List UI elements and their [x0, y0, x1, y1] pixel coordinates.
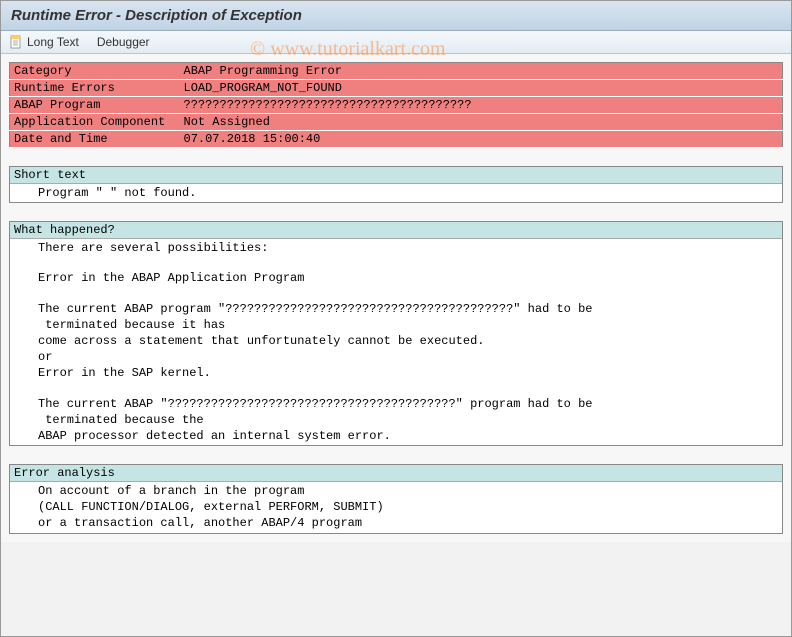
- debugger-label: Debugger: [97, 35, 150, 49]
- section-line: On account of a branch in the program: [10, 483, 782, 499]
- error-info-row: Runtime ErrorsLOAD_PROGRAM_NOT_FOUND: [10, 80, 783, 97]
- section-line: terminated because it has: [10, 317, 782, 333]
- section-body: Program " " not found.: [10, 184, 782, 202]
- section-line: Error in the ABAP Application Program: [10, 270, 782, 286]
- section-line: come across a statement that unfortunate…: [10, 333, 782, 349]
- error-info-value: ????????????????????????????????????????: [180, 97, 783, 114]
- section-line: terminated because the: [10, 412, 782, 428]
- error-info-label: Application Component: [10, 114, 180, 131]
- error-info-label: Runtime Errors: [10, 80, 180, 97]
- section-line: [10, 256, 782, 270]
- error-info-value: Not Assigned: [180, 114, 783, 131]
- section-line: [10, 382, 782, 396]
- section-box: What happened?There are several possibil…: [9, 221, 783, 446]
- section-line: [10, 287, 782, 301]
- error-info-label: Category: [10, 63, 180, 80]
- section-header: What happened?: [10, 222, 782, 239]
- window-title: Runtime Error - Description of Exception: [1, 1, 791, 31]
- error-info-row: Date and Time07.07.2018 15:00:40: [10, 131, 783, 148]
- section-box: Short textProgram " " not found.: [9, 166, 783, 203]
- section-line: There are several possibilities:: [10, 240, 782, 256]
- section-line: The current ABAP "??????????????????????…: [10, 396, 782, 412]
- error-info-label: Date and Time: [10, 131, 180, 148]
- section-line: Program " " not found.: [10, 185, 782, 201]
- error-info-table: CategoryABAP Programming ErrorRuntime Er…: [9, 62, 783, 148]
- content-area: CategoryABAP Programming ErrorRuntime Er…: [1, 54, 791, 542]
- section-box: Error analysisOn account of a branch in …: [9, 464, 783, 534]
- document-icon: [9, 35, 23, 49]
- section-body: On account of a branch in the program(CA…: [10, 482, 782, 533]
- error-info-row: CategoryABAP Programming Error: [10, 63, 783, 80]
- section-line: or: [10, 349, 782, 365]
- section-line: Error in the SAP kernel.: [10, 365, 782, 381]
- long-text-button[interactable]: Long Text: [9, 35, 79, 49]
- error-info-row: ABAP Program????????????????????????????…: [10, 97, 783, 114]
- section-header: Error analysis: [10, 465, 782, 482]
- section-line: The current ABAP program "??????????????…: [10, 301, 782, 317]
- section-line: ABAP processor detected an internal syst…: [10, 428, 782, 444]
- toolbar: Long Text Debugger: [1, 31, 791, 54]
- long-text-label: Long Text: [27, 35, 79, 49]
- section-line: (CALL FUNCTION/DIALOG, external PERFORM,…: [10, 499, 782, 515]
- section-header: Short text: [10, 167, 782, 184]
- error-info-label: ABAP Program: [10, 97, 180, 114]
- error-info-value: ABAP Programming Error: [180, 63, 783, 80]
- section-body: There are several possibilities: Error in…: [10, 239, 782, 445]
- error-info-row: Application ComponentNot Assigned: [10, 114, 783, 131]
- error-info-value: 07.07.2018 15:00:40: [180, 131, 783, 148]
- debugger-button[interactable]: Debugger: [97, 35, 150, 49]
- section-line: or a transaction call, another ABAP/4 pr…: [10, 515, 782, 531]
- error-info-value: LOAD_PROGRAM_NOT_FOUND: [180, 80, 783, 97]
